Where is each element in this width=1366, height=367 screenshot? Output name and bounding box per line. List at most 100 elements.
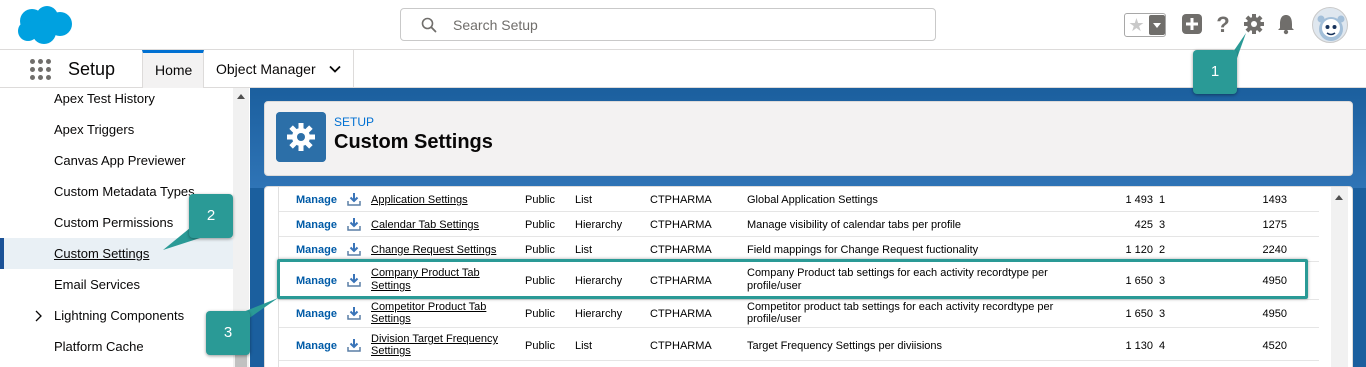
visibility-cell: Public [525, 340, 555, 352]
visibility-cell: Public [525, 244, 555, 256]
gear-icon[interactable] [1243, 13, 1265, 35]
setting-name-link[interactable]: Calendar Tab Settings [371, 219, 479, 231]
chevron-down-icon[interactable] [329, 63, 341, 75]
type-cell: List [575, 194, 593, 206]
sidebar-item-apex-test-history[interactable]: Apex Test History [0, 88, 233, 119]
callout-1: 1 [1193, 50, 1237, 94]
namespace-cell: CTPHARMA [650, 194, 712, 206]
search-input[interactable] [453, 16, 913, 34]
scroll-up-arrow-icon[interactable] [237, 94, 245, 99]
astro-avatar-icon [1317, 15, 1345, 41]
avatar[interactable] [1312, 7, 1348, 43]
callout-3: 3 [206, 311, 250, 355]
download-icon[interactable] [346, 216, 362, 232]
visibility-cell: Public [525, 308, 555, 320]
favorites-dropdown-icon[interactable] [1149, 15, 1165, 35]
scrollbar-thumb[interactable] [235, 354, 247, 367]
description-cell: Field mappings for Change Request fuctio… [747, 244, 979, 256]
download-icon[interactable] [346, 305, 362, 321]
tab-object-manager-label: Object Manager [216, 61, 316, 77]
description-cell: Target Frequency Settings per diviisions [747, 340, 943, 352]
star-icon[interactable]: ★ [1125, 14, 1148, 36]
size-cell: 425 [1134, 219, 1153, 231]
callout-2: 2 [189, 194, 233, 238]
page-header: SETUP Custom Settings [264, 101, 1353, 176]
table-row: Manage Division Target Frequency Setting… [279, 328, 1319, 361]
download-icon[interactable] [346, 191, 362, 207]
records-cell: 2 [1159, 244, 1166, 256]
type-cell: Hierarchy [575, 219, 623, 231]
type-cell: List [575, 340, 593, 352]
total-cell: 1275 [1262, 219, 1287, 231]
setting-name-link[interactable]: Settings [371, 313, 411, 325]
svg-text:?: ? [1216, 13, 1229, 35]
scroll-up-arrow-icon[interactable] [1335, 195, 1343, 200]
tab-home[interactable]: Home [142, 50, 204, 88]
tab-object-manager[interactable]: Object Manager [204, 50, 354, 88]
total-cell: 4950 [1262, 308, 1287, 320]
setting-name-link[interactable]: Division Target Frequency [371, 333, 498, 345]
records-cell: 1 [1159, 194, 1166, 206]
size-cell: 1 493 [1125, 194, 1153, 206]
favorites-button[interactable]: ★ [1124, 13, 1166, 37]
namespace-cell: CTPHARMA [650, 308, 712, 320]
chevron-right-icon[interactable] [33, 310, 43, 322]
help-icon[interactable]: ? [1212, 13, 1234, 35]
description-cell: Global Application Settings [747, 194, 878, 206]
setting-name-link[interactable]: Settings [371, 345, 411, 357]
description-cell: profile/user [747, 313, 802, 325]
download-icon[interactable] [346, 337, 362, 353]
total-cell: 1493 [1262, 194, 1287, 206]
records-cell: 4 [1159, 340, 1166, 352]
context-bar: Setup Home Object Manager [0, 50, 1366, 88]
table-scrollbar[interactable] [1331, 187, 1348, 367]
main-content: SETUP Custom Settings Manage Application… [250, 88, 1366, 367]
download-icon[interactable] [346, 241, 362, 257]
manage-link[interactable]: Manage [296, 194, 337, 206]
row-highlight [277, 259, 1308, 299]
manage-link[interactable]: Manage [296, 340, 337, 352]
total-cell: 4520 [1262, 340, 1287, 352]
description-cell: Manage visibility of calendar tabs per p… [747, 219, 962, 231]
namespace-cell: CTPHARMA [650, 219, 712, 231]
manage-link[interactable]: Manage [296, 308, 337, 320]
sidebar-item-custom-settings[interactable]: Custom Settings [0, 238, 233, 269]
size-cell: 1 120 [1125, 244, 1153, 256]
add-icon[interactable] [1181, 13, 1203, 35]
visibility-cell: Public [525, 219, 555, 231]
breadcrumb[interactable]: SETUP [334, 115, 374, 129]
records-cell: 3 [1159, 219, 1166, 231]
gear-icon [276, 112, 326, 162]
salesforce-logo[interactable] [14, 4, 74, 46]
table-row: Manage Application Settings Public List … [279, 187, 1319, 212]
namespace-cell: CTPHARMA [650, 340, 712, 352]
setting-name-link[interactable]: Competitor Product Tab [371, 301, 486, 313]
size-cell: 1 130 [1125, 340, 1153, 352]
search-box[interactable] [400, 8, 936, 41]
search-icon [421, 17, 437, 33]
table-row: Manage Calendar Tab Settings Public Hier… [279, 212, 1319, 237]
global-header: ★ ? [0, 0, 1366, 50]
setting-name-link[interactable]: Application Settings [371, 194, 468, 206]
app-launcher-icon[interactable] [30, 59, 51, 80]
type-cell: List [575, 244, 593, 256]
sidebar-item-apex-triggers[interactable]: Apex Triggers [0, 119, 233, 150]
manage-link[interactable]: Manage [296, 219, 337, 231]
setting-name-link[interactable]: Change Request Settings [371, 244, 496, 256]
type-cell: Hierarchy [575, 308, 623, 320]
visibility-cell: Public [525, 194, 555, 206]
bell-icon[interactable] [1275, 13, 1297, 35]
sidebar-item-email-services[interactable]: Email Services [0, 274, 233, 305]
table-row: Manage Competitor Product Tab Settings P… [279, 300, 1319, 328]
manage-link[interactable]: Manage [296, 244, 337, 256]
size-cell: 1 650 [1125, 308, 1153, 320]
description-cell: Competitor product tab settings for each… [747, 301, 1054, 313]
sidebar-item-canvas-app-previewer[interactable]: Canvas App Previewer [0, 150, 233, 181]
page-title: Custom Settings [334, 131, 493, 153]
sidebar-item-platform-cache[interactable]: Platform Cache [0, 336, 233, 367]
namespace-cell: CTPHARMA [650, 244, 712, 256]
sidebar-item-lightning-components[interactable]: Lightning Components [0, 305, 233, 336]
total-cell: 2240 [1262, 244, 1287, 256]
app-name: Setup [68, 59, 116, 79]
records-cell: 3 [1159, 308, 1166, 320]
